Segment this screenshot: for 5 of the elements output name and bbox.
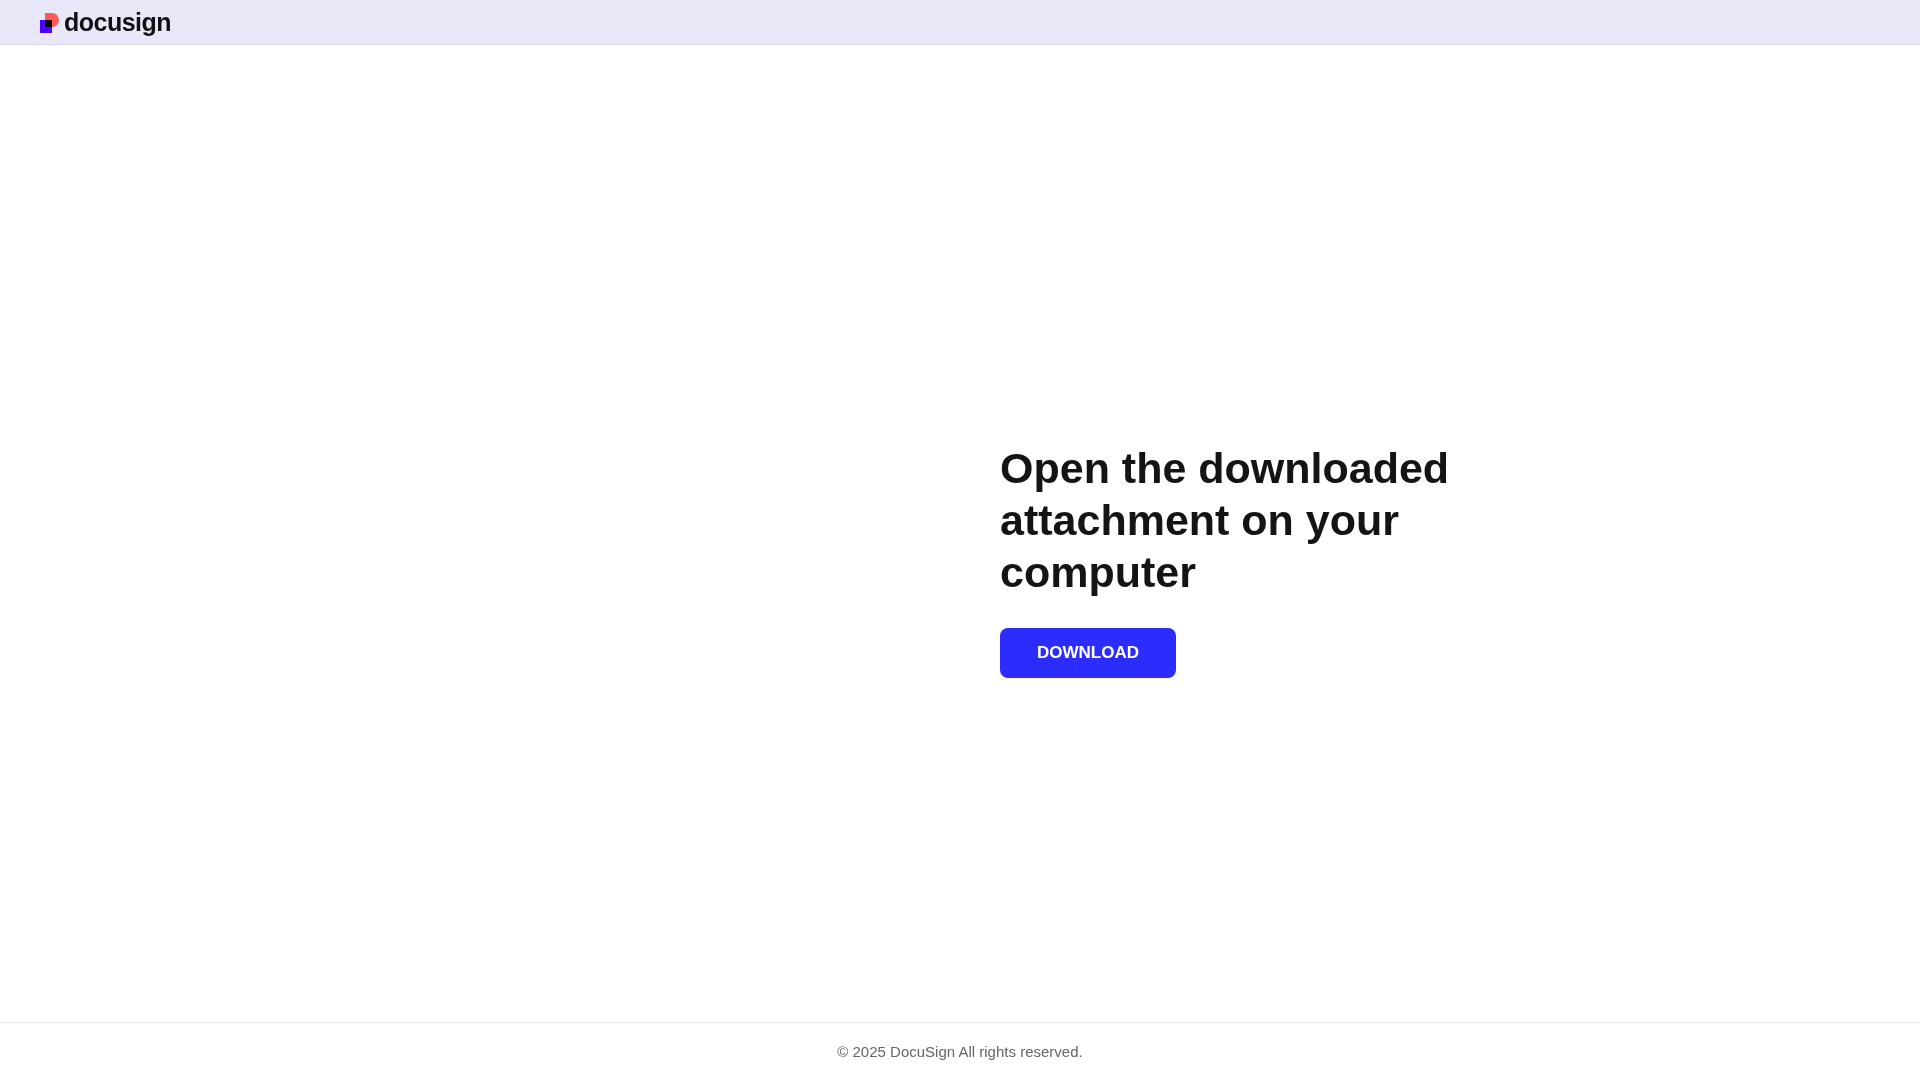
copyright-text: © 2025 DocuSign All rights reserved.	[837, 1043, 1083, 1060]
download-button[interactable]: DOWNLOAD	[1000, 627, 1176, 678]
page-heading: Open the downloaded attachment on your computer	[1000, 442, 1451, 598]
brand-name: docusign	[64, 7, 172, 37]
logo-icon	[40, 12, 60, 33]
